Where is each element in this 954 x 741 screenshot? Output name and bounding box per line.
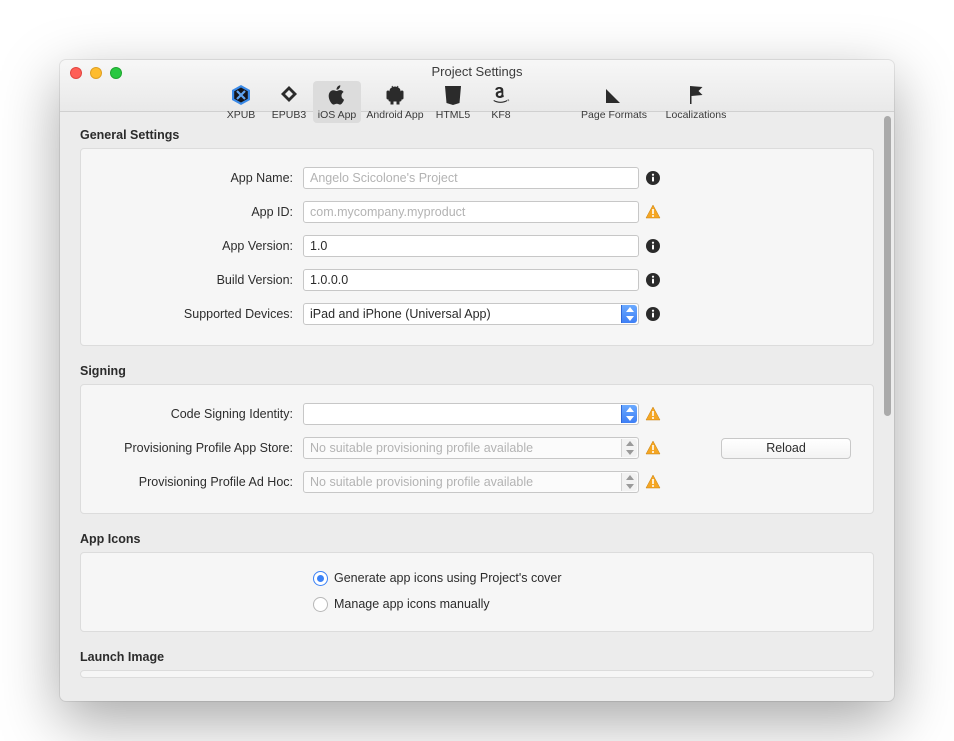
page-formats-icon	[602, 83, 626, 107]
app-name-input[interactable]	[303, 167, 639, 189]
code-signing-select[interactable]	[303, 403, 639, 425]
info-icon[interactable]	[645, 170, 661, 186]
reload-button[interactable]: Reload	[721, 438, 851, 459]
profile-adhoc-value: No suitable provisioning profile availab…	[310, 475, 533, 489]
profile-appstore-value: No suitable provisioning profile availab…	[310, 441, 533, 455]
general-panel: App Name: App ID: App Version: Build Ver…	[80, 148, 874, 346]
profile-adhoc-label: Provisioning Profile Ad Hoc:	[95, 475, 303, 489]
android-icon	[383, 83, 407, 107]
app-id-label: App ID:	[95, 205, 303, 219]
xpub-icon	[229, 83, 253, 107]
launch-panel	[80, 670, 874, 678]
radio-manual-icons[interactable]	[313, 597, 328, 612]
launch-section-title: Launch Image	[80, 650, 874, 664]
profile-adhoc-select[interactable]: No suitable provisioning profile availab…	[303, 471, 639, 493]
code-signing-label: Code Signing Identity:	[95, 407, 303, 421]
info-icon[interactable]	[645, 272, 661, 288]
warning-icon[interactable]	[645, 440, 661, 456]
profile-appstore-select[interactable]: No suitable provisioning profile availab…	[303, 437, 639, 459]
minimize-window-button[interactable]	[90, 67, 102, 79]
app-name-label: App Name:	[95, 171, 303, 185]
zoom-window-button[interactable]	[110, 67, 122, 79]
select-stepper-icon	[621, 439, 637, 457]
flag-icon	[684, 83, 708, 107]
supported-devices-select[interactable]: iPad and iPhone (Universal App)	[303, 303, 639, 325]
build-version-label: Build Version:	[95, 273, 303, 287]
settings-window: Project Settings XPUB EPUB3	[60, 60, 894, 701]
amazon-icon	[489, 83, 513, 107]
app-version-label: App Version:	[95, 239, 303, 253]
profile-appstore-label: Provisioning Profile App Store:	[95, 441, 303, 455]
html5-icon	[441, 83, 465, 107]
app-version-input[interactable]	[303, 235, 639, 257]
build-version-input[interactable]	[303, 269, 639, 291]
select-stepper-icon	[621, 405, 637, 423]
supported-devices-value: iPad and iPhone (Universal App)	[310, 307, 491, 321]
supported-devices-label: Supported Devices:	[95, 307, 303, 321]
window-title: Project Settings	[60, 60, 894, 79]
signing-panel: Code Signing Identity: Provisionin	[80, 384, 874, 514]
titlebar: Project Settings XPUB EPUB3	[60, 60, 894, 112]
warning-icon[interactable]	[645, 204, 661, 220]
warning-icon[interactable]	[645, 406, 661, 422]
radio-generate-icons[interactable]	[313, 571, 328, 586]
radio-manual-icons-label: Manage app icons manually	[334, 597, 490, 611]
app-id-input[interactable]	[303, 201, 639, 223]
select-stepper-icon	[621, 473, 637, 491]
content-area: General Settings App Name: App ID: App V…	[60, 112, 894, 701]
icons-panel: Generate app icons using Project's cover…	[80, 552, 874, 632]
select-stepper-icon	[621, 305, 637, 323]
epub3-icon	[277, 83, 301, 107]
close-window-button[interactable]	[70, 67, 82, 79]
info-icon[interactable]	[645, 306, 661, 322]
signing-section-title: Signing	[80, 364, 874, 378]
general-section-title: General Settings	[80, 128, 874, 142]
warning-icon[interactable]	[645, 474, 661, 490]
vertical-scrollbar[interactable]	[884, 116, 891, 416]
apple-icon	[325, 83, 349, 107]
icons-section-title: App Icons	[80, 532, 874, 546]
radio-generate-icons-label: Generate app icons using Project's cover	[334, 571, 562, 585]
info-icon[interactable]	[645, 238, 661, 254]
